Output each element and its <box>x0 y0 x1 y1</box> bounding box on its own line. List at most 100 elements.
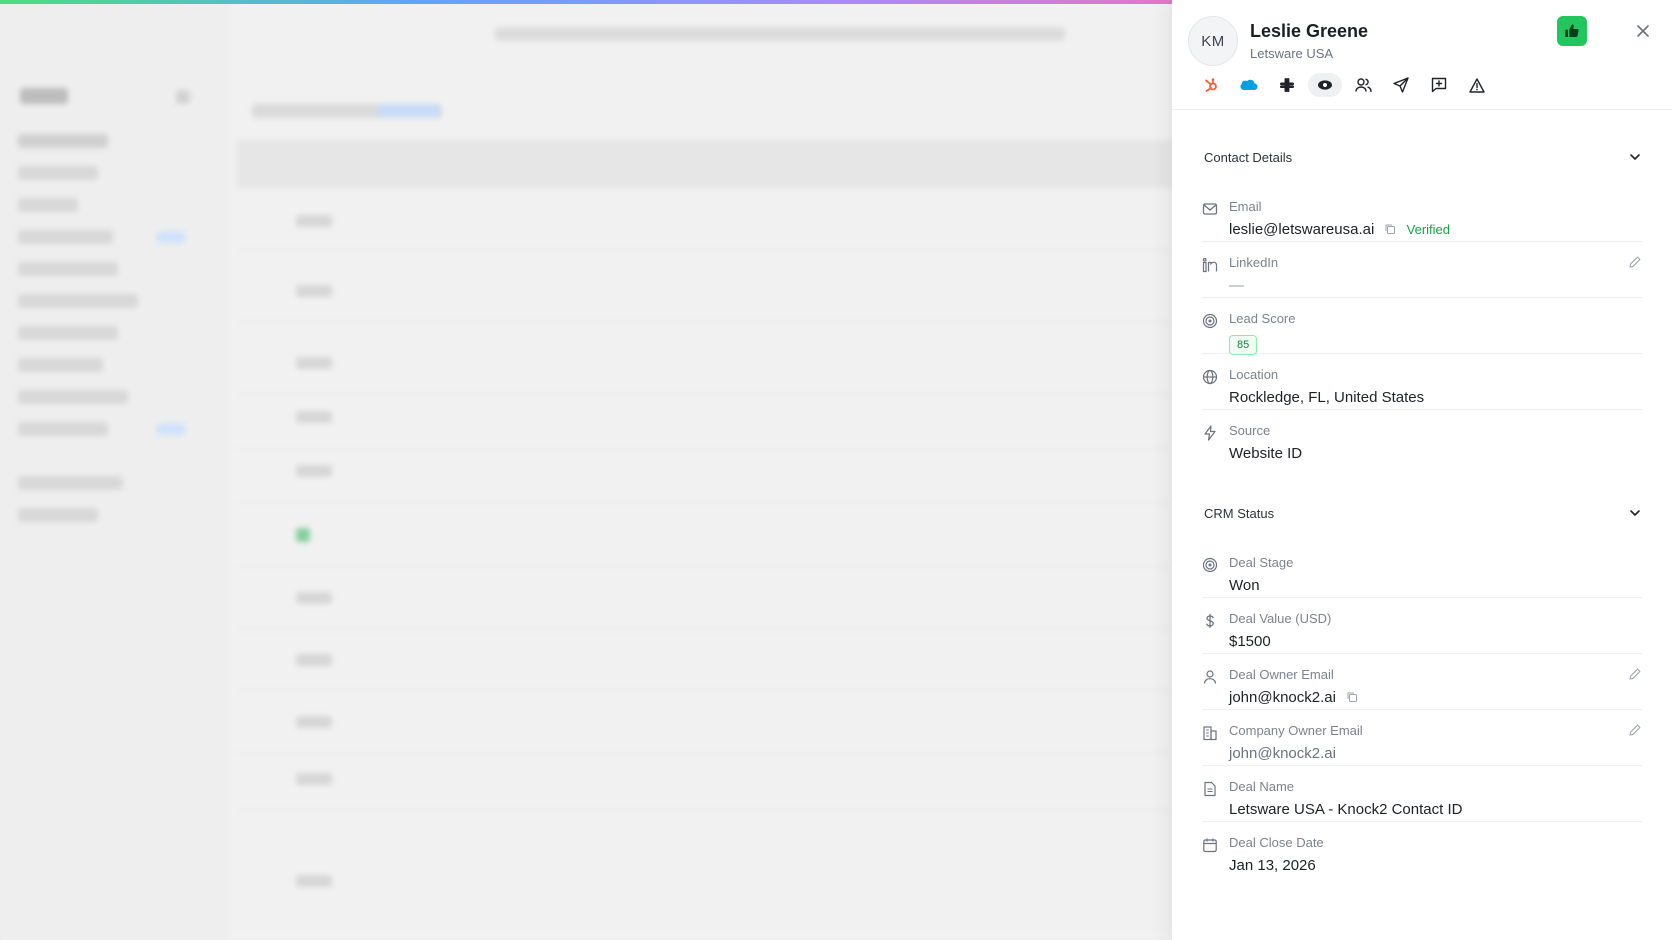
email-label: Email <box>1229 199 1262 214</box>
contacts-button[interactable] <box>1344 73 1382 97</box>
add-note-button[interactable] <box>1420 73 1458 97</box>
background-cell <box>296 592 332 604</box>
linkedin-field: LinkedIn — <box>1202 242 1642 298</box>
message-plus-icon <box>1431 77 1447 93</box>
deal-name-value: Letsware USA - Knock2 Contact ID <box>1229 801 1463 818</box>
chevron-down-icon <box>1630 154 1640 160</box>
calendar-icon <box>1203 838 1217 853</box>
close-button[interactable] <box>1632 20 1654 42</box>
background-table-row <box>236 628 1172 629</box>
linkedin-value: — <box>1229 277 1244 294</box>
globe-icon <box>1202 369 1218 385</box>
lightning-icon <box>1204 425 1216 441</box>
location-label: Location <box>1229 367 1279 382</box>
pencil-icon[interactable] <box>1628 667 1642 681</box>
email-field: Email leslie@letswareusa.ai Verified <box>1202 186 1642 242</box>
contact-detail-panel: KM Leslie Greene Letsware USA Contact De… <box>1172 0 1672 940</box>
integration-toolbar <box>1192 73 1496 97</box>
background-cell <box>296 465 332 477</box>
background-nav-item <box>18 230 113 244</box>
deal-owner-value-row: john@knock2.ai <box>1229 689 1358 706</box>
contact-details-toggle[interactable]: Contact Details <box>1172 142 1672 172</box>
background-nav-item <box>18 134 108 148</box>
background-cell <box>296 875 332 887</box>
background-nav-item <box>18 508 98 522</box>
company-owner-value: john@knock2.ai <box>1229 745 1336 762</box>
slack-icon <box>1280 78 1294 92</box>
deal-value-value: $1500 <box>1229 633 1271 650</box>
hubspot-button[interactable] <box>1192 73 1230 97</box>
send-button[interactable] <box>1382 73 1420 97</box>
background-cell <box>296 285 332 297</box>
panel-header: KM Leslie Greene Letsware USA <box>1172 0 1672 110</box>
crm-status-toggle[interactable]: CRM Status <box>1172 498 1672 528</box>
salesforce-icon <box>1240 79 1258 90</box>
source-value: Website ID <box>1229 445 1303 462</box>
send-icon <box>1393 77 1409 93</box>
deal-value-label: Deal Value (USD) <box>1229 611 1332 626</box>
background-table-row <box>236 394 1172 395</box>
pencil-icon[interactable] <box>1628 723 1642 737</box>
background-table-row <box>236 690 1172 691</box>
verified-badge: Verified <box>1406 222 1451 237</box>
deal-owner-value[interactable]: john@knock2.ai <box>1229 689 1336 706</box>
deal-stage-field: Deal Stage Won <box>1202 542 1642 598</box>
crm-status-section: CRM Status Deal Stage Won Deal Value (US <box>1172 498 1672 878</box>
deal-value-field: Deal Value (USD) $1500 <box>1202 598 1642 654</box>
background-table-row <box>236 250 1172 251</box>
view-button[interactable] <box>1308 73 1342 97</box>
deal-stage-value: Won <box>1229 577 1260 594</box>
background-table-row <box>236 810 1172 811</box>
background-cell <box>296 716 332 728</box>
linkedin-label: LinkedIn <box>1229 255 1279 270</box>
background-cell <box>296 411 332 423</box>
pencil-icon[interactable] <box>1628 255 1642 269</box>
background-badge <box>156 231 186 243</box>
target-icon <box>1202 557 1218 573</box>
lead-score-field: Lead Score 85 <box>1202 298 1642 355</box>
background-status-dot <box>296 528 310 542</box>
report-button[interactable] <box>1458 73 1496 97</box>
company-owner-label: Company Owner Email <box>1229 723 1363 738</box>
background-cell <box>296 357 332 369</box>
background-table-header <box>236 140 1172 188</box>
background-cell <box>296 773 332 785</box>
contact-details-section: Contact Details Email leslie@letswareusa… <box>1172 142 1672 466</box>
deal-name-field: Deal Name Letsware USA - Knock2 Contact … <box>1202 766 1642 822</box>
target-icon <box>1202 313 1218 329</box>
background-nav-item <box>18 476 123 490</box>
location-value: Rockledge, FL, United States <box>1229 389 1425 406</box>
source-label: Source <box>1229 423 1271 438</box>
deal-owner-field: Deal Owner Email john@knock2.ai <box>1202 654 1642 710</box>
building-icon <box>1203 726 1217 741</box>
background-sidebar <box>0 0 230 940</box>
background-table-row <box>236 322 1172 323</box>
deal-close-date-label: Deal Close Date <box>1229 835 1324 850</box>
background-nav-item <box>18 166 98 180</box>
background-cell <box>296 654 332 666</box>
deal-close-date-field: Deal Close Date Jan 13, 2026 <box>1202 822 1642 878</box>
document-icon <box>1204 781 1216 797</box>
background-banner <box>495 27 1065 41</box>
linkedin-icon <box>1202 257 1218 273</box>
dollar-icon <box>1206 613 1214 629</box>
background-nav-item <box>18 198 78 212</box>
salesforce-button[interactable] <box>1230 73 1268 97</box>
close-icon <box>1637 25 1649 37</box>
background-app <box>0 0 1172 940</box>
section-title: Contact Details <box>1204 149 1293 165</box>
background-nav-item <box>18 326 118 340</box>
deal-close-date-value: Jan 13, 2026 <box>1229 857 1316 874</box>
email-value[interactable]: leslie@letswareusa.ai <box>1229 221 1374 238</box>
deal-stage-label: Deal Stage <box>1229 555 1294 570</box>
slack-button[interactable] <box>1268 73 1306 97</box>
copy-icon[interactable] <box>1346 691 1358 703</box>
lead-score-label: Lead Score <box>1229 311 1296 326</box>
background-table-row <box>236 566 1172 567</box>
thumbs-up-button[interactable] <box>1557 16 1587 46</box>
background-logo <box>20 88 68 104</box>
section-title: CRM Status <box>1204 505 1275 521</box>
copy-icon[interactable] <box>1384 223 1396 235</box>
background-nav-item <box>18 262 118 276</box>
deal-name-label: Deal Name <box>1229 779 1295 794</box>
